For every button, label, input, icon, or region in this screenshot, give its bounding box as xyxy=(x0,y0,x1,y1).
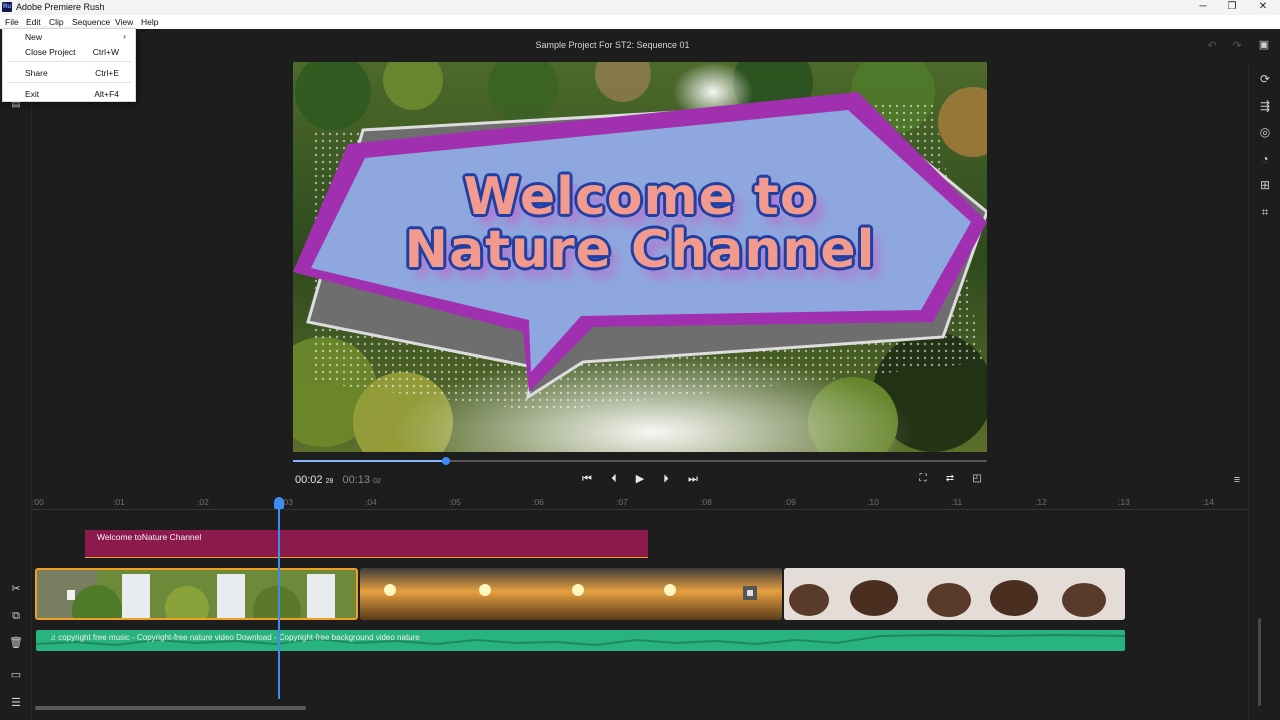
ruler-tick: :10 xyxy=(867,497,879,507)
tracks-list-icon[interactable]: ☰ xyxy=(7,695,25,711)
ruler-tick: :09 xyxy=(784,497,796,507)
preview-monitor[interactable]: Welcome to Nature Channel xyxy=(293,62,987,452)
window-title: Adobe Premiere Rush xyxy=(16,2,105,12)
redo-icon[interactable]: ↷ xyxy=(1228,38,1246,54)
timecode-display: 00:02 28 00:13 02 xyxy=(295,474,381,486)
menu-view[interactable]: View xyxy=(115,17,133,27)
total-duration: 00:13 xyxy=(342,474,370,486)
title-clip-label: Welcome toNature Channel xyxy=(97,532,202,542)
ruler-tick: :08 xyxy=(700,497,712,507)
fullscreen-icon[interactable]: ◰ xyxy=(969,472,985,486)
minimize-button[interactable]: ─ xyxy=(1188,0,1218,15)
step-forward-icon[interactable]: ⏵ xyxy=(658,472,674,486)
scrubber-handle[interactable] xyxy=(441,457,450,465)
transitions-icon[interactable]: ⇶ xyxy=(1256,98,1274,114)
ruler-tick: :02 xyxy=(197,497,209,507)
ruler-tick: :12 xyxy=(1035,497,1047,507)
timeline-vertical-scrollbar[interactable] xyxy=(1258,618,1261,706)
menu-edit[interactable]: Edit xyxy=(26,17,41,27)
ruler-tick: :13 xyxy=(1118,497,1130,507)
title-overlay-line-2: Nature Channel xyxy=(404,220,876,280)
go-to-start-icon[interactable]: ⏮ xyxy=(579,472,595,486)
duplicate-icon[interactable]: ⧉ xyxy=(7,608,25,624)
track-toggle-icon[interactable]: ▭ xyxy=(7,667,25,683)
audio-clip-label: ♫ copyright free music - Copyright-free … xyxy=(50,633,420,642)
file-menu-dropdown: New › Close Project Ctrl+W Share Ctrl+E … xyxy=(2,28,136,102)
video-clip-cattle[interactable] xyxy=(784,568,1125,620)
menu-sequence[interactable]: Sequence xyxy=(72,17,110,27)
ruler-tick: :11 xyxy=(951,497,963,507)
undo-icon[interactable]: ↶ xyxy=(1203,38,1221,54)
menu-file[interactable]: File xyxy=(5,17,19,27)
current-time: 00:02 xyxy=(295,474,323,486)
playhead-handle[interactable] xyxy=(274,497,284,509)
menu-bar: File Edit Clip Sequence View Help xyxy=(0,15,1280,29)
video-clip-waterfall[interactable] xyxy=(35,568,358,620)
ruler-tick: :01 xyxy=(113,497,125,507)
video-clip-sunrise[interactable] xyxy=(360,568,782,620)
scissors-icon[interactable]: ✂ xyxy=(7,581,25,597)
title-clip[interactable]: Welcome toNature Channel xyxy=(85,530,648,558)
maximize-button[interactable]: ❐ xyxy=(1217,0,1247,15)
menu-item-label: New xyxy=(25,32,43,42)
ruler-tick: :05 xyxy=(449,497,461,507)
timeline-horizontal-scrollbar[interactable] xyxy=(35,706,306,710)
menu-item-shortcut: Ctrl+W xyxy=(92,47,119,57)
color-icon[interactable]: ◎ xyxy=(1256,124,1274,140)
step-back-icon[interactable]: ⏴ xyxy=(606,472,622,486)
scrubber-progress xyxy=(293,460,446,462)
sunrise-thumbnails xyxy=(360,568,782,620)
audio-clip[interactable]: ♫ copyright free music - Copyright-free … xyxy=(36,630,1125,651)
crop-icon[interactable]: ⌗ xyxy=(1256,204,1274,220)
ruler-tick: :06 xyxy=(532,497,544,507)
menu-clip[interactable]: Clip xyxy=(49,17,64,27)
audio-icon[interactable]: ⊞ xyxy=(1256,177,1274,193)
app-logo-icon: Ru xyxy=(2,2,12,12)
fit-frame-icon[interactable]: ⛶ xyxy=(915,472,931,486)
menu-divider xyxy=(7,61,131,62)
app-header: Sample Project For ST2: Sequence 01 ↶ ↷ … xyxy=(0,29,1280,62)
right-toolbar: ⟳ ⇶ ◎ ◔ ⊞ ⌗ ≡ xyxy=(1234,62,1280,720)
title-overlay-line-1: Welcome to xyxy=(463,167,817,227)
menu-item-label: Close Project xyxy=(25,47,76,57)
menu-help[interactable]: Help xyxy=(141,17,158,27)
ruler-tick: :00 xyxy=(32,497,44,507)
left-toolbar: ▤ ✂ ⧉ 🗑 ▭ ☰ xyxy=(0,62,32,720)
current-frames: 28 xyxy=(325,478,334,485)
ruler-tick: :07 xyxy=(616,497,628,507)
window-titlebar: Ru Adobe Premiere Rush ─ ❐ ✕ xyxy=(0,0,1280,15)
comment-icon[interactable]: ▣ xyxy=(1255,37,1273,53)
menu-divider xyxy=(7,82,131,83)
sequence-title: Sample Project For ST2: Sequence 01 xyxy=(535,40,690,50)
ruler-tick: :14 xyxy=(1202,497,1214,507)
ruler-tick: :04 xyxy=(365,497,377,507)
duration-frames: 02 xyxy=(373,478,381,485)
titles-icon[interactable]: ⟳ xyxy=(1256,71,1274,87)
trash-icon[interactable]: 🗑 xyxy=(7,635,25,651)
menu-item-shortcut: Ctrl+E xyxy=(95,68,119,78)
menu-item-label: Share xyxy=(25,68,48,78)
menu-lines-icon[interactable]: ≡ xyxy=(1228,472,1246,488)
go-to-end-icon[interactable]: ⏭ xyxy=(685,472,701,486)
timeline-ruler[interactable]: :00 :01 :02 :03 :04 :05 :06 :07 :08 :09 … xyxy=(32,492,1248,510)
speed-icon[interactable]: ◔ xyxy=(1256,151,1274,167)
play-icon[interactable]: ▶ xyxy=(632,472,648,486)
menu-item-label: Exit xyxy=(25,89,40,99)
waterfall-thumbnails xyxy=(37,570,356,618)
submenu-arrow-icon: › xyxy=(123,31,126,41)
menu-item-shortcut: Alt+F4 xyxy=(94,89,119,99)
preview-scrubber[interactable] xyxy=(293,457,987,465)
timeline-playhead[interactable] xyxy=(274,497,284,699)
cattle-thumbnails xyxy=(784,568,1125,620)
close-window-button[interactable]: ✕ xyxy=(1248,0,1278,15)
loop-icon[interactable]: ⇄ xyxy=(942,472,958,486)
